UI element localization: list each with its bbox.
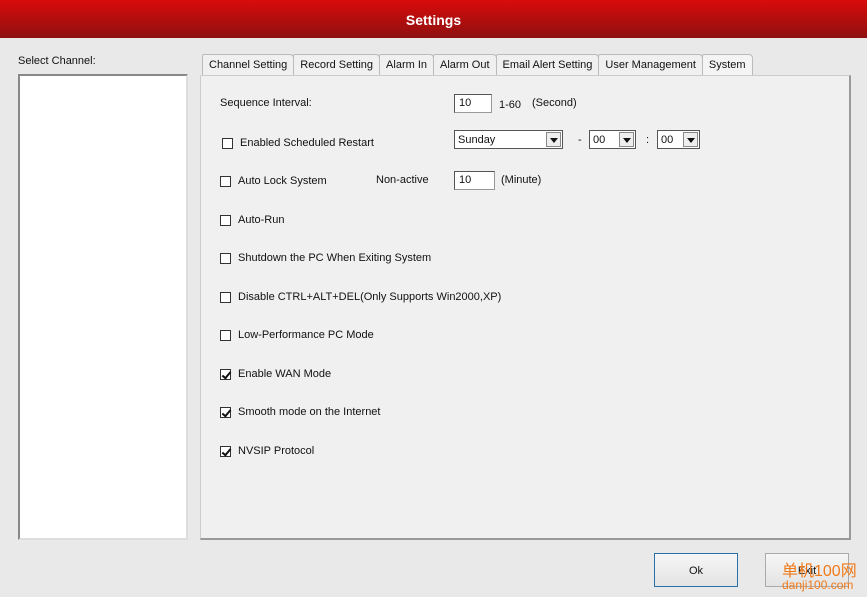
- chevron-down-icon: [546, 132, 561, 147]
- option-label: Smooth mode on the Internet: [238, 406, 381, 418]
- scheduled-restart-label: Enabled Scheduled Restart: [240, 137, 374, 149]
- option-checkbox[interactable]: [220, 445, 231, 457]
- option-row: Smooth mode on the Internet: [220, 406, 380, 418]
- option-checkbox[interactable]: [220, 329, 231, 341]
- non-active-unit: (Minute): [501, 174, 542, 186]
- option-checkbox[interactable]: [220, 406, 231, 418]
- tab-alarm-out[interactable]: Alarm Out: [433, 54, 497, 75]
- option-label: Disable CTRL+ALT+DEL(Only Supports Win20…: [238, 291, 502, 303]
- tab-bar: Channel Setting Record Setting Alarm In …: [202, 54, 753, 75]
- sequence-range: 1-60: [499, 99, 522, 111]
- dash-separator: -: [578, 134, 582, 146]
- restart-minute-select[interactable]: 00: [657, 130, 700, 149]
- sequence-unit: (Second): [532, 97, 577, 109]
- option-label: Low-Performance PC Mode: [238, 329, 374, 341]
- option-label: NVSIP Protocol: [238, 445, 315, 457]
- non-active-label: Non-active: [376, 174, 429, 186]
- option-checkbox[interactable]: [220, 214, 231, 226]
- option-checkbox[interactable]: [220, 252, 231, 264]
- option-row: Enable WAN Mode: [220, 368, 331, 380]
- option-row: Shutdown the PC When Exiting System: [220, 252, 431, 264]
- tab-channel-setting[interactable]: Channel Setting: [202, 54, 295, 75]
- chevron-down-icon: [683, 132, 698, 147]
- scheduled-restart-checkbox[interactable]: [222, 137, 233, 149]
- tab-record-setting[interactable]: Record Setting: [293, 54, 381, 75]
- tab-alarm-in[interactable]: Alarm In: [379, 54, 435, 75]
- option-row: Disable CTRL+ALT+DEL(Only Supports Win20…: [220, 291, 501, 303]
- option-row: Auto-Run: [220, 214, 284, 226]
- option-row: NVSIP Protocol: [220, 445, 314, 457]
- chevron-down-icon: [619, 132, 634, 147]
- option-checkbox[interactable]: [220, 368, 231, 380]
- ok-button[interactable]: Ok: [654, 553, 738, 587]
- watermark-logo-url: danji100.com: [782, 578, 854, 592]
- option-label: Shutdown the PC When Exiting System: [238, 252, 432, 264]
- non-active-input[interactable]: 10: [454, 171, 495, 190]
- tab-email-alert-setting[interactable]: Email Alert Setting: [495, 54, 600, 75]
- select-channel-label: Select Channel:: [18, 55, 96, 67]
- title-bar: Settings: [0, 0, 867, 38]
- channel-list[interactable]: [18, 74, 188, 540]
- sequence-interval-label: Sequence Interval:: [220, 97, 312, 109]
- restart-hour-select[interactable]: 00: [589, 130, 636, 149]
- option-label: Enable WAN Mode: [238, 368, 332, 380]
- restart-day-select[interactable]: Sunday: [454, 130, 563, 149]
- option-label: Auto-Run: [238, 214, 285, 226]
- option-checkbox[interactable]: [220, 291, 231, 303]
- auto-lock-label: Auto Lock System: [238, 175, 327, 187]
- option-row: Low-Performance PC Mode: [220, 329, 374, 341]
- sequence-interval-input[interactable]: 10: [454, 94, 492, 113]
- tab-user-management[interactable]: User Management: [598, 54, 703, 75]
- colon-separator: :: [646, 134, 650, 146]
- auto-lock-checkbox[interactable]: [220, 175, 231, 187]
- tab-system[interactable]: System: [701, 54, 753, 75]
